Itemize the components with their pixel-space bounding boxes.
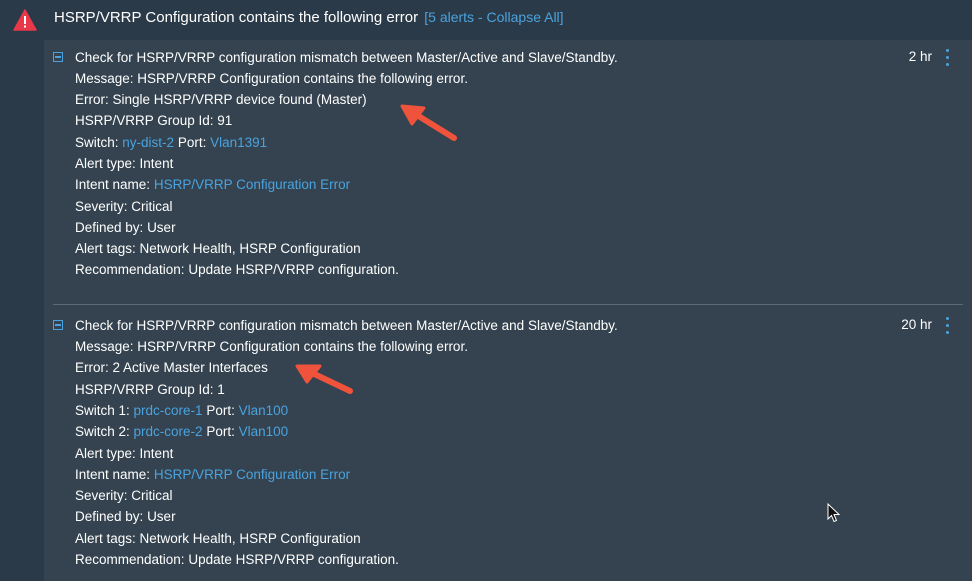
intent-name-link[interactable]: HSRP/VRRP Configuration Error [154,467,350,482]
switch2-label: Switch 2: [75,424,130,439]
intent-name-link[interactable]: HSRP/VRRP Configuration Error [154,177,350,192]
alert-tags-label: Alert tags: [75,241,136,256]
recommendation-label: Recommendation: [75,262,185,277]
alert-type-label: Alert type: [75,156,136,171]
alert-tags-value: Network Health, HSRP Configuration [139,241,361,256]
alert-group-header: HSRP/VRRP Configuration contains the fol… [0,0,972,40]
alerts-panel: Check for HSRP/VRRP configuration mismat… [44,40,972,581]
switch-label: Switch: [75,135,119,150]
alert-tags-label: Alert tags: [75,531,136,546]
recommendation-row: Recommendation: Update HSRP/VRRP configu… [75,262,399,278]
recommendation-label: Recommendation: [75,552,185,567]
severity-row: Severity: Critical [75,199,173,215]
alert-error: Error: Single HSRP/VRRP device found (Ma… [75,92,367,107]
alert-group-title-text: HSRP/VRRP Configuration contains the fol… [54,9,419,26]
switch-link[interactable]: ny-dist-2 [122,135,174,150]
alert-tags-row: Alert tags: Network Health, HSRP Configu… [75,531,361,547]
collapse-all-link[interactable]: Collapse All] [487,9,564,25]
severity-value: Critical [131,199,173,214]
defined-by-value: User [147,220,176,235]
alert-count-label: [5 alerts [424,9,475,25]
collapse-minus-icon[interactable] [53,320,63,330]
alert-check-text: Check for HSRP/VRRP configuration mismat… [75,50,618,65]
defined-by-value: User [147,509,176,524]
intent-name-label: Intent name: [75,177,151,192]
intent-name-row: Intent name: HSRP/VRRP Configuration Err… [75,177,350,193]
annotation-arrow-icon [295,364,353,394]
port-link[interactable]: Vlan1391 [210,135,267,150]
alert-group-id: HSRP/VRRP Group Id: 91 [75,113,233,128]
severity-label: Severity: [75,199,128,214]
defined-by-label: Defined by: [75,220,144,235]
alert-check-text: Check for HSRP/VRRP configuration mismat… [75,318,618,333]
alert-tags-value: Network Health, HSRP Configuration [139,531,361,546]
alert-count-link[interactable]: [5 alerts - Collapse All] [424,9,563,25]
intent-name-row: Intent name: HSRP/VRRP Configuration Err… [75,467,350,483]
warning-triangle-icon [13,9,37,31]
alert-message: Message: HSRP/VRRP Configuration contain… [75,71,468,86]
alert-switch-row: Switch: ny-dist-2 Port: Vlan1391 [75,135,267,151]
recommendation-row: Recommendation: Update HSRP/VRRP configu… [75,552,399,568]
alert-group-title: HSRP/VRRP Configuration contains the fol… [54,9,564,26]
recommendation-value: Update HSRP/VRRP configuration. [188,552,399,567]
alert-message: Message: HSRP/VRRP Configuration contain… [75,339,468,354]
port1-link[interactable]: Vlan100 [239,403,289,418]
alert-type-label: Alert type: [75,446,136,461]
defined-by-label: Defined by: [75,509,144,524]
severity-label: Severity: [75,488,128,503]
switch1-label: Switch 1: [75,403,130,418]
defined-by-row: Defined by: User [75,509,176,525]
severity-row: Severity: Critical [75,488,173,504]
alert-tags-row: Alert tags: Network Health, HSRP Configu… [75,241,361,257]
header-separator: - [474,9,487,25]
alert-divider [53,304,963,305]
collapse-minus-icon[interactable] [53,52,63,62]
kebab-menu-icon[interactable] [944,317,950,335]
switch2-link[interactable]: prdc-core-2 [134,424,203,439]
severity-value: Critical [131,488,173,503]
recommendation-value: Update HSRP/VRRP configuration. [188,262,399,277]
port-label: Port: [177,135,207,150]
port2-link[interactable]: Vlan100 [239,424,289,439]
switch1-link[interactable]: prdc-core-1 [134,403,203,418]
kebab-menu-icon[interactable] [944,49,950,67]
alert-switch1-row: Switch 1: prdc-core-1 Port: Vlan100 [75,403,288,419]
alert-type-row: Alert type: Intent [75,156,173,172]
alert-type-row: Alert type: Intent [75,446,173,462]
alert-type-value: Intent [139,446,174,461]
alert-switch2-row: Switch 2: prdc-core-2 Port: Vlan100 [75,424,288,440]
mouse-cursor-icon [827,503,841,523]
port1-label: Port: [206,403,235,418]
defined-by-row: Defined by: User [75,220,176,236]
alert-time: 20 hr [901,317,932,332]
annotation-arrow-icon [400,104,457,141]
alert-type-value: Intent [139,156,174,171]
intent-name-label: Intent name: [75,467,151,482]
port2-label: Port: [206,424,235,439]
alert-error: Error: 2 Active Master Interfaces [75,360,268,375]
alert-group-id: HSRP/VRRP Group Id: 1 [75,382,225,397]
alert-time: 2 hr [908,49,932,64]
